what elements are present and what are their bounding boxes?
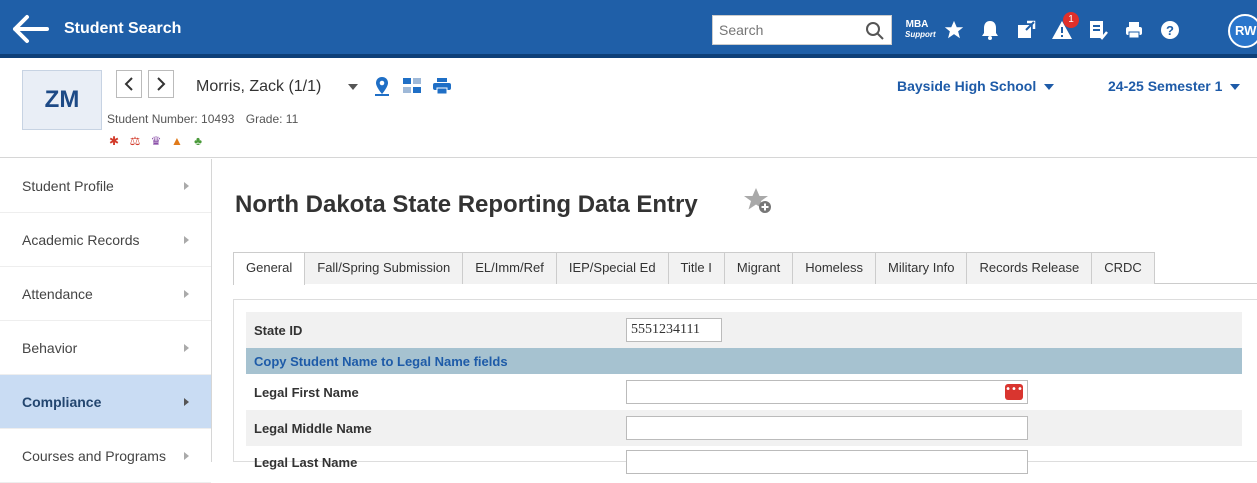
student-quick-icons — [372, 76, 462, 96]
header-tools: MBA Support 1 ? — [905, 12, 1193, 46]
student-number: Student Number: 10493 — [107, 112, 235, 126]
tab-migrant[interactable]: Migrant — [723, 252, 794, 284]
tab-iep-special-ed[interactable]: IEP/Special Ed — [555, 252, 669, 284]
sidebar-item-courses-and-programs[interactable]: Courses and Programs — [0, 429, 211, 483]
bell-icon[interactable] — [977, 17, 1003, 43]
student-header: ZM Morris, Zack (1/1) Student Number: 10… — [0, 58, 1257, 158]
term-name: 24-25 Semester 1 — [1108, 78, 1223, 94]
legal-last-name-row: Legal Last Name — [246, 444, 1242, 480]
chevron-right-icon — [184, 451, 189, 460]
tab-general[interactable]: General — [233, 252, 306, 285]
tab-el-imm-ref[interactable]: EL/Imm/Ref — [462, 252, 557, 284]
tab-crdc[interactable]: CRDC — [1091, 252, 1155, 284]
legal-first-name-label: Legal First Name — [254, 384, 359, 400]
sidebar-item-attendance[interactable]: Attendance — [0, 267, 211, 321]
legal-scale-icon[interactable]: ⚖ — [128, 134, 142, 148]
sidebar-item-label: Attendance — [22, 285, 93, 302]
top-navigation-bar: Student Search MBASupport 1 ? RW — [0, 0, 1257, 58]
school-selector[interactable]: Bayside High School — [897, 78, 1055, 94]
student-name-selector[interactable]: Morris, Zack (1/1) — [196, 78, 321, 96]
help-icon[interactable]: ? — [1157, 17, 1183, 43]
tab-records-release[interactable]: Records Release — [966, 252, 1093, 284]
tab-title-i[interactable]: Title I — [667, 252, 725, 284]
birthday-cake-icon[interactable]: ♛ — [149, 134, 163, 148]
print-icon[interactable] — [1121, 17, 1147, 43]
page-title: North Dakota State Reporting Data Entry — [235, 191, 698, 218]
sidebar: Student Profile Academic Records Attenda… — [0, 159, 212, 483]
student-meta: Student Number: 10493 Grade: 11 — [107, 112, 306, 126]
state-id-label: State ID — [254, 322, 303, 338]
sidebar-item-behavior[interactable]: Behavior — [0, 321, 211, 375]
schedule-icon[interactable] — [402, 76, 422, 96]
state-id-field[interactable]: 5551234111 — [626, 318, 722, 342]
chevron-right-icon — [184, 235, 189, 244]
general-form: State ID 5551234111 Copy Student Name to… — [233, 299, 1257, 474]
sidebar-item-academic-records[interactable]: Academic Records — [0, 213, 211, 267]
legal-first-name-row: Legal First Name ••• — [246, 374, 1242, 410]
chevron-right-icon — [184, 397, 189, 406]
external-link-icon[interactable] — [1013, 17, 1039, 43]
more-options-icon[interactable]: ••• — [1005, 384, 1023, 400]
state-id-row: State ID 5551234111 — [246, 312, 1242, 348]
back-arrow-icon[interactable] — [12, 14, 50, 44]
copy-name-banner[interactable]: Copy Student Name to Legal Name fields — [246, 348, 1242, 374]
svg-text:?: ? — [1166, 23, 1174, 38]
term-chevron-icon — [1230, 84, 1241, 91]
legal-middle-name-field[interactable] — [626, 416, 1028, 440]
warning-icon[interactable]: ▲ — [170, 134, 184, 148]
sidebar-item-label: Student Profile — [22, 177, 114, 194]
medical-alert-icon[interactable]: ✱ — [107, 134, 121, 148]
group-icon[interactable]: ♣ — [191, 134, 205, 148]
mba-support-link[interactable]: MBA Support — [905, 19, 936, 40]
term-selector[interactable]: 24-25 Semester 1 — [1108, 78, 1241, 94]
location-pin-icon[interactable] — [372, 76, 392, 96]
sidebar-item-student-profile[interactable]: Student Profile — [0, 159, 211, 213]
school-chevron-icon — [1044, 84, 1055, 91]
previous-student-button[interactable] — [116, 70, 142, 98]
sidebar-item-label: Courses and Programs — [22, 447, 166, 464]
sidebar-item-compliance[interactable]: Compliance — [0, 375, 211, 429]
sidebar-item-label: Behavior — [22, 339, 78, 356]
legal-last-name-label: Legal Last Name — [254, 454, 358, 470]
sidebar-item-label: Compliance — [22, 393, 102, 410]
chevron-right-icon — [184, 181, 189, 190]
sidebar-item-label: Academic Records — [22, 231, 140, 248]
user-avatar[interactable]: RW — [1228, 14, 1257, 48]
legal-middle-name-label: Legal Middle Name — [254, 420, 372, 436]
star-icon[interactable] — [941, 17, 967, 43]
tab-bar: General Fall/Spring Submission EL/Imm/Re… — [233, 252, 1257, 285]
search-box — [712, 15, 892, 45]
search-icon[interactable] — [865, 21, 885, 41]
tab-military-info[interactable]: Military Info — [875, 252, 968, 284]
chevron-right-icon — [184, 289, 189, 298]
support-label: Support — [905, 30, 936, 39]
tab-homeless[interactable]: Homeless — [792, 252, 877, 284]
school-name: Bayside High School — [897, 78, 1037, 94]
student-print-icon[interactable] — [432, 76, 452, 96]
notification-badge: 1 — [1063, 12, 1079, 28]
student-initials-avatar: ZM — [22, 70, 102, 130]
legal-middle-name-row: Legal Middle Name — [246, 410, 1242, 446]
alert-icon[interactable]: 1 — [1049, 12, 1079, 43]
app-title: Student Search — [64, 20, 182, 37]
chevron-right-icon — [184, 343, 189, 352]
add-favorite-icon[interactable] — [743, 186, 773, 216]
checklist-icon[interactable] — [1085, 17, 1111, 43]
student-alerts: ✱ ⚖ ♛ ▲ ♣ — [107, 134, 212, 148]
tab-fall-spring-submission[interactable]: Fall/Spring Submission — [304, 252, 464, 284]
chevron-down-icon[interactable] — [348, 84, 358, 90]
main-content: North Dakota State Reporting Data Entry … — [213, 159, 1257, 474]
next-student-button[interactable] — [148, 70, 174, 98]
copy-name-link[interactable]: Copy Student Name to Legal Name fields — [254, 354, 508, 369]
legal-last-name-field[interactable] — [626, 450, 1028, 474]
student-grade: Grade: 11 — [245, 112, 299, 126]
search-input[interactable] — [713, 16, 853, 44]
mba-label: MBA — [905, 19, 929, 30]
legal-first-name-field[interactable]: ••• — [626, 380, 1028, 404]
